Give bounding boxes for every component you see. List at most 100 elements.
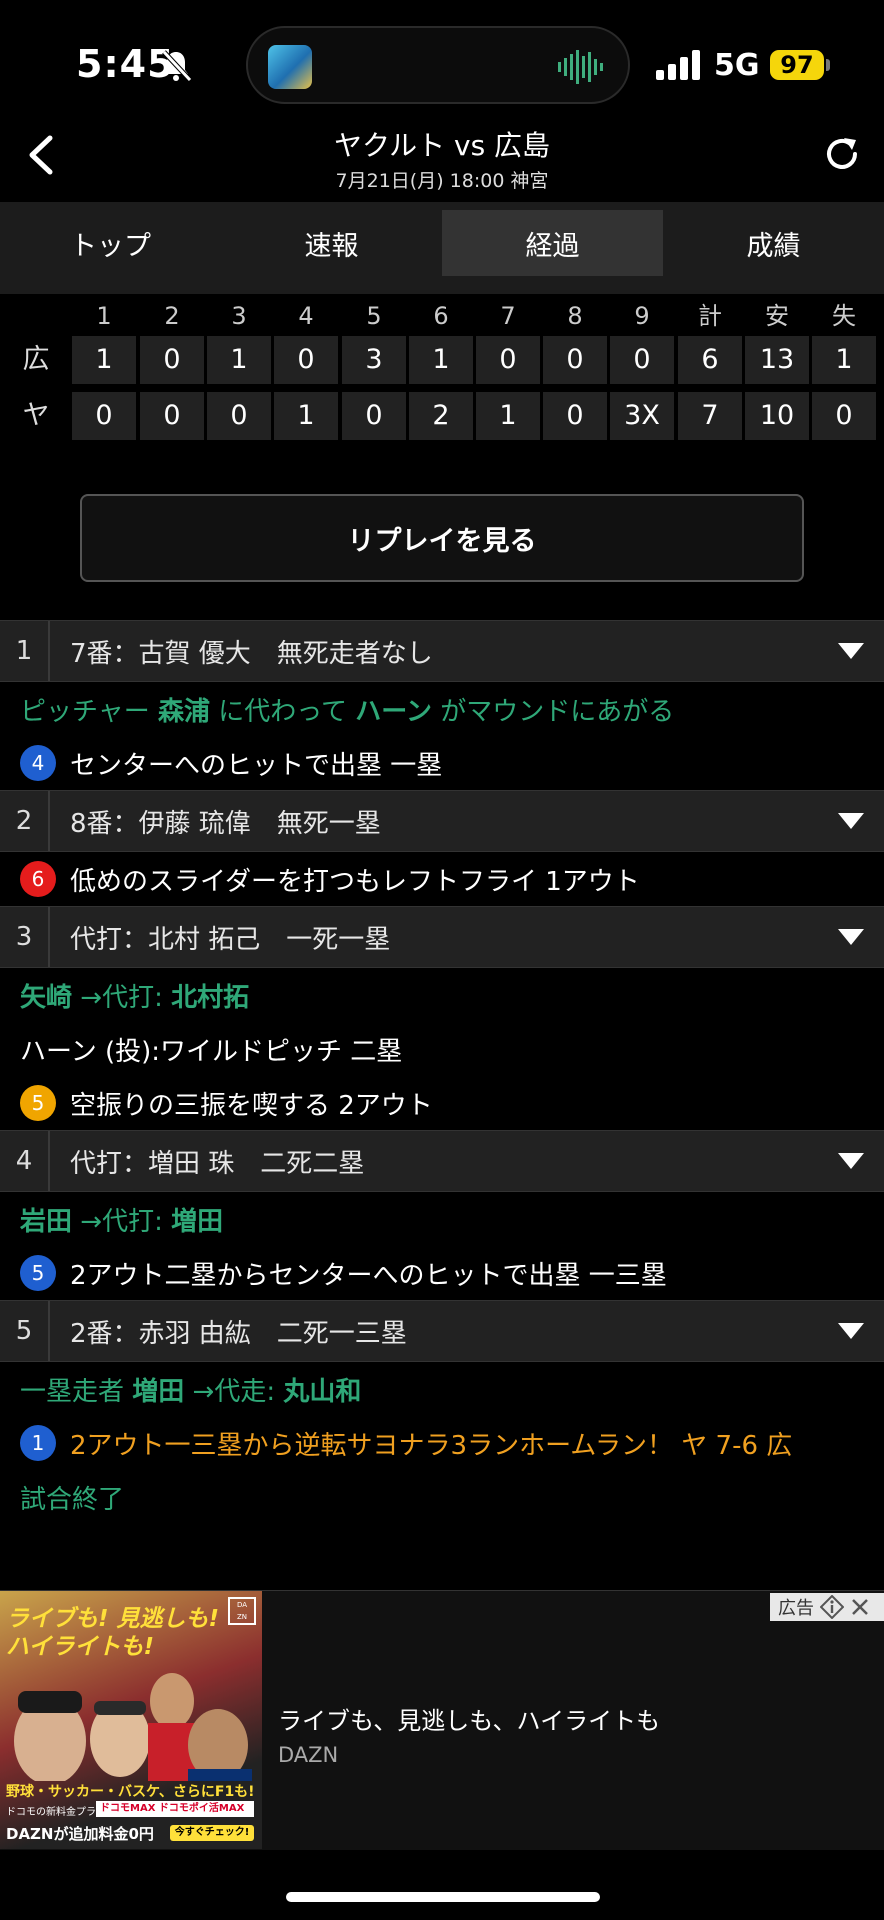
- refresh-icon[interactable]: [822, 134, 862, 174]
- score-cell: 3: [342, 336, 406, 384]
- scoreboard: 123456789計安失 広 1 0 1 0 3 1 0 0 0 6 13 1 ヤ 0 0 0 1 0 2 1 0 3X 7…: [0, 294, 884, 468]
- inning-header: 8: [567, 302, 583, 330]
- play-event: 5 2アウト二塁からセンターへのヒットで出塁 一三塁: [0, 1246, 884, 1300]
- at-bat-header[interactable]: 3 代打：北村 拓己 一死一塁: [0, 906, 884, 968]
- score-cell: 0: [274, 336, 338, 384]
- at-bat-header[interactable]: 2 8番：伊藤 琉偉 無死一塁: [0, 790, 884, 852]
- player-name: 矢崎: [20, 982, 73, 1013]
- at-bat-batter: 7番：古賀 優大 無死走者なし: [70, 638, 433, 669]
- at-bat-number: 3: [0, 907, 50, 967]
- event-text: に代わって: [210, 696, 356, 727]
- ad-brand: DAZN: [278, 1743, 339, 1767]
- at-bat-number: 5: [0, 1301, 50, 1361]
- cellular-signal-icon: [656, 50, 700, 80]
- event-text: →代走:: [184, 1376, 284, 1407]
- score-cell: 0: [140, 392, 204, 440]
- score-cell: 1: [812, 336, 876, 384]
- network-type: 5G: [714, 48, 760, 83]
- caret-down-icon[interactable]: [836, 811, 866, 831]
- score-cell: 0: [342, 392, 406, 440]
- team-abbr: ヤ: [22, 400, 50, 431]
- at-bat-header[interactable]: 1 7番：古賀 優大 無死走者なし: [0, 620, 884, 682]
- scoreboard-row-hiroshima: 広 1 0 1 0 3 1 0 0 0 6 13 1: [0, 336, 884, 388]
- score-cell: 1: [409, 336, 473, 384]
- inning-header: 7: [500, 302, 516, 330]
- play-event: 4 センターへのヒットで出塁 一塁: [0, 736, 884, 790]
- battery-level: 97: [770, 50, 824, 80]
- athletes-photo: [14, 1673, 252, 1781]
- tab-top[interactable]: トップ: [0, 210, 221, 276]
- player-name: 岩田: [20, 1206, 73, 1237]
- close-icon[interactable]: [850, 1597, 870, 1617]
- at-bat-header[interactable]: 5 2番：赤羽 由紘 二死一三塁: [0, 1300, 884, 1362]
- event-text: 低めのスライダーを打つもレフトフライ 1アウト: [70, 866, 640, 897]
- at-bat-number: 1: [0, 621, 50, 681]
- ad-title[interactable]: ライブも、見逃しも、ハイライトも: [278, 1701, 660, 1736]
- ad-image[interactable]: ライブも! 見逃しも! ハイライトも! DA ZN 野球・サッカー・バスケ、さらに…: [0, 1591, 262, 1849]
- tab-stats[interactable]: 成績: [663, 210, 884, 276]
- player-name: 丸山和: [283, 1376, 362, 1407]
- battery-tip: [826, 59, 830, 71]
- tab-bar: トップ 速報 経過 成績: [0, 202, 884, 294]
- tab-progress[interactable]: 経過: [442, 210, 663, 276]
- score-cell: 0: [543, 336, 607, 384]
- score-cell: 1: [274, 392, 338, 440]
- event-text: →代打:: [72, 1206, 172, 1237]
- inning-header: 4: [298, 302, 314, 330]
- replay-button[interactable]: リプレイを見る: [80, 494, 804, 582]
- at-bat-number: 4: [0, 1131, 50, 1191]
- at-bat-header[interactable]: 4 代打：増田 珠 二死二塁: [0, 1130, 884, 1192]
- player-name: 北村拓: [171, 982, 250, 1013]
- score-cell: 10: [745, 392, 809, 440]
- score-cell: 13: [745, 336, 809, 384]
- score-cell: 0: [543, 392, 607, 440]
- event-text: ハーン (投):ワイルドピッチ 二塁: [20, 1036, 403, 1067]
- play-event: 6 低めのスライダーを打つもレフトフライ 1アウト: [0, 852, 884, 906]
- event-text: 空振りの三振を喫する 2アウト: [70, 1090, 433, 1121]
- ad-image-docomo-max: ドコモMAX ドコモポイ活MAX: [96, 1801, 254, 1817]
- caret-down-icon[interactable]: [836, 1151, 866, 1171]
- dazn-logo: DA ZN: [228, 1597, 256, 1625]
- score-cell: 0: [207, 392, 271, 440]
- caret-down-icon[interactable]: [836, 641, 866, 661]
- event-text: 試合終了: [20, 1484, 125, 1515]
- score-cell: 0: [72, 392, 136, 440]
- play-event: ピッチャー 森浦 に代わって ハーン がマウンドにあがる: [0, 682, 884, 736]
- caret-down-icon[interactable]: [836, 1321, 866, 1341]
- event-text: がマウンドにあがる: [431, 696, 675, 727]
- play-event: 1 2アウト一三塁から逆転サヨナラ3ランホームラン！ ヤ 7-6 広: [0, 1416, 884, 1470]
- play-event: 岩田 →代打: 増田: [0, 1192, 884, 1246]
- inning-header: 計: [698, 302, 722, 330]
- player-name: 森浦: [158, 696, 211, 727]
- ad-image-price: DAZNが追加料金0円: [6, 1825, 154, 1843]
- ad-image-headline-2: ハイライトも!: [6, 1634, 155, 1660]
- dynamic-island[interactable]: [246, 26, 630, 104]
- score-cell: 3X: [610, 392, 674, 440]
- now-playing-thumbnail: [268, 45, 312, 89]
- ad-banner[interactable]: ライブも! 見逃しも! ハイライトも! DA ZN 野球・サッカー・バスケ、さらに…: [0, 1590, 884, 1850]
- caret-down-icon[interactable]: [836, 927, 866, 947]
- event-text: 2アウト一三塁から逆転サヨナラ3ランホームラン！ ヤ 7-6 広: [70, 1430, 793, 1461]
- home-indicator[interactable]: [286, 1892, 600, 1902]
- play-event: 矢崎 →代打: 北村拓: [0, 968, 884, 1022]
- ad-info-icon[interactable]: [820, 1595, 844, 1619]
- status-bar: 5:45 5G 97: [0, 0, 884, 120]
- play-event: 試合終了: [0, 1470, 884, 1524]
- at-bat-number: 2: [0, 791, 50, 851]
- ad-image-plan: ドコモの新料金プラン: [6, 1807, 106, 1818]
- audio-wave-icon: [558, 50, 603, 84]
- ad-label-text: 広告: [778, 1598, 814, 1619]
- player-name: ハーン: [355, 696, 432, 727]
- ad-label[interactable]: 広告: [770, 1593, 884, 1621]
- play-event: ハーン (投):ワイルドピッチ 二塁: [0, 1022, 884, 1076]
- inning-header: 6: [433, 302, 449, 330]
- team-abbr: 広: [22, 344, 50, 375]
- score-cell: 1: [476, 392, 540, 440]
- out-count-badge: 5: [20, 1085, 56, 1121]
- score-cell: 2: [409, 392, 473, 440]
- at-bat-batter: 代打：北村 拓己 一死一塁: [70, 924, 391, 955]
- tab-live[interactable]: 速報: [221, 210, 442, 276]
- out-count-badge: 1: [20, 1425, 56, 1461]
- score-cell: 1: [207, 336, 271, 384]
- scoreboard-row-yakult: ヤ 0 0 0 1 0 2 1 0 3X 7 10 0: [0, 392, 884, 444]
